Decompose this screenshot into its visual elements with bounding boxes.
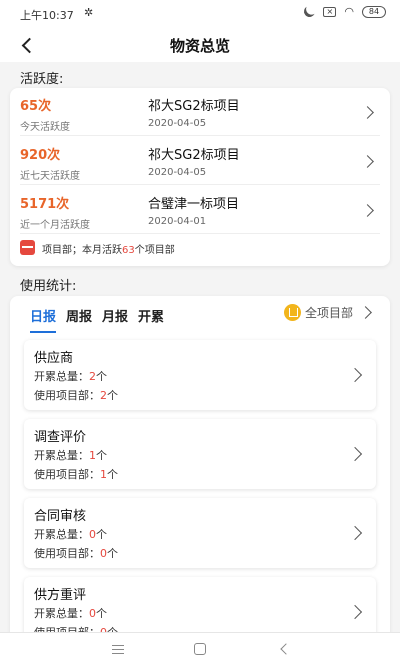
chevron-right-icon [361, 155, 374, 168]
stat-total: 开累总量：0个 [34, 528, 107, 541]
divider [20, 233, 380, 234]
wifi-icon: ◠ [344, 5, 354, 18]
usage-section-label: 使用统计: [20, 279, 77, 294]
tab-monthly[interactable]: 月报 [102, 306, 128, 333]
page-title: 物资总览 [169, 37, 230, 55]
activity-project: 祁大SG2标项目 [148, 148, 240, 163]
chevron-right-icon [361, 204, 374, 217]
stat-total: 开累总量：1个 [34, 449, 107, 462]
stat-total: 开累总量：2个 [34, 370, 107, 383]
notice-suffix: 个项目部 [134, 245, 175, 256]
stat-title: 合同审核 [34, 509, 87, 524]
tab-cumulative[interactable]: 开累 [138, 306, 164, 333]
menu-icon[interactable] [112, 645, 124, 654]
chevron-right-icon [347, 367, 363, 383]
stat-depts: 使用项目部：0个 [34, 547, 118, 560]
activity-section-label: 活跃度: [20, 72, 64, 87]
report-tabs: 日报 周报 月报 开累 [30, 306, 164, 333]
back-icon[interactable] [280, 643, 292, 655]
activity-period: 近七天活跃度 [20, 171, 80, 182]
activity-pulse-icon [20, 240, 35, 255]
chevron-right-icon [359, 306, 372, 319]
activity-period: 近一个月活跃度 [20, 220, 90, 231]
notice-prefix: 项目部；本月活跃 [42, 245, 122, 256]
home-icon[interactable] [194, 643, 206, 655]
divider [20, 184, 380, 185]
stat-title: 供方重评 [34, 588, 87, 603]
stat-total: 开累总量：0个 [34, 607, 107, 620]
status-bar: 上午10:37 ✲ × ◠ 84 [0, 0, 400, 28]
battery-icon: 84 [362, 5, 386, 18]
notice-count: 63 [122, 245, 135, 256]
department-filter-label: 全项目部 [304, 306, 353, 320]
stat-depts: 使用项目部：1个 [34, 468, 118, 481]
chevron-right-icon [347, 446, 363, 462]
status-icons: × ◠ 84 [304, 5, 386, 18]
stat-card-supplier[interactable]: 供应商 开累总量：2个 使用项目部：2个 [24, 340, 376, 410]
department-filter[interactable]: 全项目部 [283, 304, 372, 321]
stat-title: 供应商 [34, 351, 74, 366]
activity-notice: 项目部；本月活跃63个项目部 [42, 241, 175, 256]
activity-count: 65次 [20, 99, 52, 114]
stat-depts: 使用项目部：2个 [34, 389, 118, 402]
stat-card-contract[interactable]: 合同审核 开累总量：0个 使用项目部：0个 [24, 498, 376, 568]
chevron-right-icon [347, 525, 363, 541]
activity-row-week[interactable]: 920次 近七天活跃度 祁大SG2标项目 2020-04-05 [20, 137, 380, 186]
moon-icon [302, 4, 317, 19]
tab-daily[interactable]: 日报 [30, 306, 57, 333]
divider [20, 135, 380, 136]
activity-card: 65次 今天活跃度 祁大SG2标项目 2020-04-05 920次 近七天活跃… [10, 88, 390, 266]
app-header: 物资总览 [0, 28, 400, 62]
activity-row-month[interactable]: 5171次 近一个月活跃度 合璧津一标项目 2020-04-01 [20, 186, 380, 235]
activity-date: 2020-04-05 [148, 167, 207, 178]
activity-project: 祁大SG2标项目 [148, 99, 240, 114]
tab-weekly[interactable]: 周报 [66, 306, 92, 333]
usage-card: 日报 周报 月报 开累 全项目部 供应商 开累总量：2个 使用项目部：2个 调查… [10, 296, 390, 656]
status-time: 上午10:37 [20, 9, 74, 22]
activity-project: 合璧津一标项目 [148, 197, 240, 212]
chevron-right-icon [361, 106, 374, 119]
activity-date: 2020-04-05 [148, 118, 207, 129]
activity-count: 920次 [20, 148, 61, 163]
activity-period: 今天活跃度 [20, 122, 70, 133]
system-nav-bar [0, 632, 400, 666]
stat-card-survey[interactable]: 调查评价 开累总量：1个 使用项目部：1个 [24, 419, 376, 489]
sim-off-icon: × [323, 6, 337, 17]
department-icon [283, 304, 301, 321]
chevron-right-icon [347, 604, 363, 620]
activity-count: 5171次 [20, 197, 70, 212]
stat-title: 调查评价 [34, 430, 87, 445]
activity-date: 2020-04-01 [148, 216, 207, 227]
activity-row-today[interactable]: 65次 今天活跃度 祁大SG2标项目 2020-04-05 [20, 88, 380, 137]
bluetooth-icon: ✲ [84, 6, 94, 19]
